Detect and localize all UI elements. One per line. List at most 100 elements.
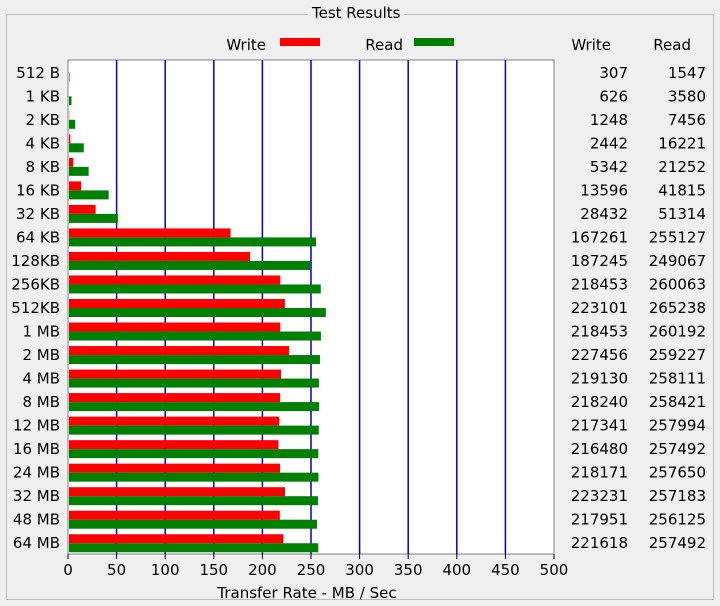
read-bar	[69, 496, 318, 506]
read-bar	[69, 331, 321, 341]
category-label: 24 MB	[13, 464, 60, 482]
write-value: 217341	[571, 417, 628, 435]
read-bar	[69, 237, 316, 247]
category-labels: 512 B 1 KB 2 KB 4 KB 8 KB 16 KB 32 KB 64 KB 128K…	[11, 64, 60, 552]
read-value: 51314	[658, 205, 706, 223]
category-label: 32 MB	[13, 487, 60, 505]
write-bar	[69, 322, 281, 332]
read-bar	[69, 402, 320, 412]
category-label: 48 MB	[13, 511, 60, 529]
read-value: 258421	[649, 393, 706, 411]
x-tick-label: 150	[199, 561, 228, 579]
read-value: 255127	[649, 228, 706, 246]
read-bar	[69, 190, 109, 200]
x-axis-label: Transfer Rate - MB / Sec	[216, 584, 396, 602]
x-axis-ticks: 0 50 100 150 200 250 300 350 400 450 500	[63, 554, 568, 579]
write-value: 28432	[580, 205, 628, 223]
write-bar	[69, 487, 285, 497]
write-bar	[69, 157, 74, 167]
read-value: 259227	[649, 346, 706, 364]
write-value: 217951	[571, 511, 628, 529]
write-bar	[69, 416, 280, 426]
read-bar	[69, 472, 319, 482]
read-bar	[69, 260, 311, 270]
read-value: 260192	[649, 323, 706, 341]
category-label: 8 MB	[22, 393, 60, 411]
read-value: 41815	[658, 181, 706, 199]
write-bar	[69, 228, 231, 238]
write-value: 216480	[571, 440, 628, 458]
x-tick-label: 450	[491, 561, 520, 579]
read-value: 258111	[649, 370, 706, 388]
read-value: 16221	[658, 134, 706, 152]
read-value: 3580	[668, 87, 706, 105]
write-bar	[69, 369, 281, 379]
write-value: 5342	[590, 158, 628, 176]
write-value: 1248	[590, 111, 628, 129]
read-bar	[69, 143, 84, 153]
write-bar	[69, 393, 281, 403]
category-label: 1 MB	[22, 323, 60, 341]
category-label: 512 B	[16, 64, 60, 82]
read-value: 257492	[649, 534, 706, 552]
write-value: 227456	[571, 346, 628, 364]
read-value: 265238	[649, 299, 706, 317]
write-value: 626	[599, 87, 628, 105]
plot-area	[67, 59, 555, 555]
category-label: 4 KB	[26, 134, 60, 152]
write-bar	[69, 299, 285, 308]
x-tick-label: 200	[248, 561, 277, 579]
read-value: 7456	[668, 111, 706, 129]
read-bar	[69, 378, 319, 388]
read-bar	[69, 543, 319, 553]
read-value: 257994	[649, 417, 706, 435]
write-bar	[69, 275, 281, 285]
category-label: 512KB	[11, 299, 60, 317]
legend: Write Read	[226, 36, 454, 54]
category-label: 2 KB	[26, 111, 60, 129]
read-value: 260063	[649, 275, 706, 293]
legend-swatch-read	[414, 38, 454, 46]
category-label: 8 KB	[26, 158, 60, 176]
category-label: 256KB	[11, 275, 60, 293]
read-bar	[69, 119, 76, 129]
read-value: 1547	[668, 64, 706, 82]
read-bar	[69, 72, 70, 82]
category-label: 64 KB	[16, 228, 60, 246]
read-value: 257492	[649, 440, 706, 458]
write-column-header: Write	[571, 36, 611, 54]
x-tick-label: 0	[63, 561, 73, 579]
read-bar	[69, 96, 72, 106]
category-label: 32 KB	[16, 205, 60, 223]
write-bar	[69, 463, 281, 473]
write-value: 187245	[571, 252, 628, 270]
write-value: 218453	[571, 323, 628, 341]
read-value: 257183	[649, 487, 706, 505]
category-label: 2 MB	[22, 346, 60, 364]
legend-label-write: Write	[226, 36, 266, 54]
x-tick-label: 100	[151, 561, 180, 579]
x-tick-label: 250	[297, 561, 326, 579]
write-value: 223101	[571, 299, 628, 317]
x-tick-label: 300	[345, 561, 374, 579]
read-bar	[69, 519, 317, 529]
write-value: 218453	[571, 275, 628, 293]
legend-swatch-write	[280, 38, 320, 46]
category-label: 12 MB	[13, 417, 60, 435]
results-table: Write Read 307 1547 626 3580 1248 7456 2442 162…	[571, 36, 706, 552]
x-tick-label: 400	[442, 561, 471, 579]
read-bar	[69, 449, 319, 459]
read-value: 256125	[649, 511, 706, 529]
write-bar	[69, 134, 71, 144]
write-bar	[69, 251, 251, 261]
x-tick-label: 500	[540, 561, 569, 579]
x-tick-label: 50	[107, 561, 126, 579]
read-bar	[69, 213, 118, 223]
x-tick-label: 350	[394, 561, 423, 579]
read-value: 257650	[649, 464, 706, 482]
write-value: 219130	[571, 370, 628, 388]
write-bar	[69, 440, 279, 450]
write-value: 221618	[571, 534, 628, 552]
write-value: 218240	[571, 393, 628, 411]
write-bar	[69, 534, 284, 544]
